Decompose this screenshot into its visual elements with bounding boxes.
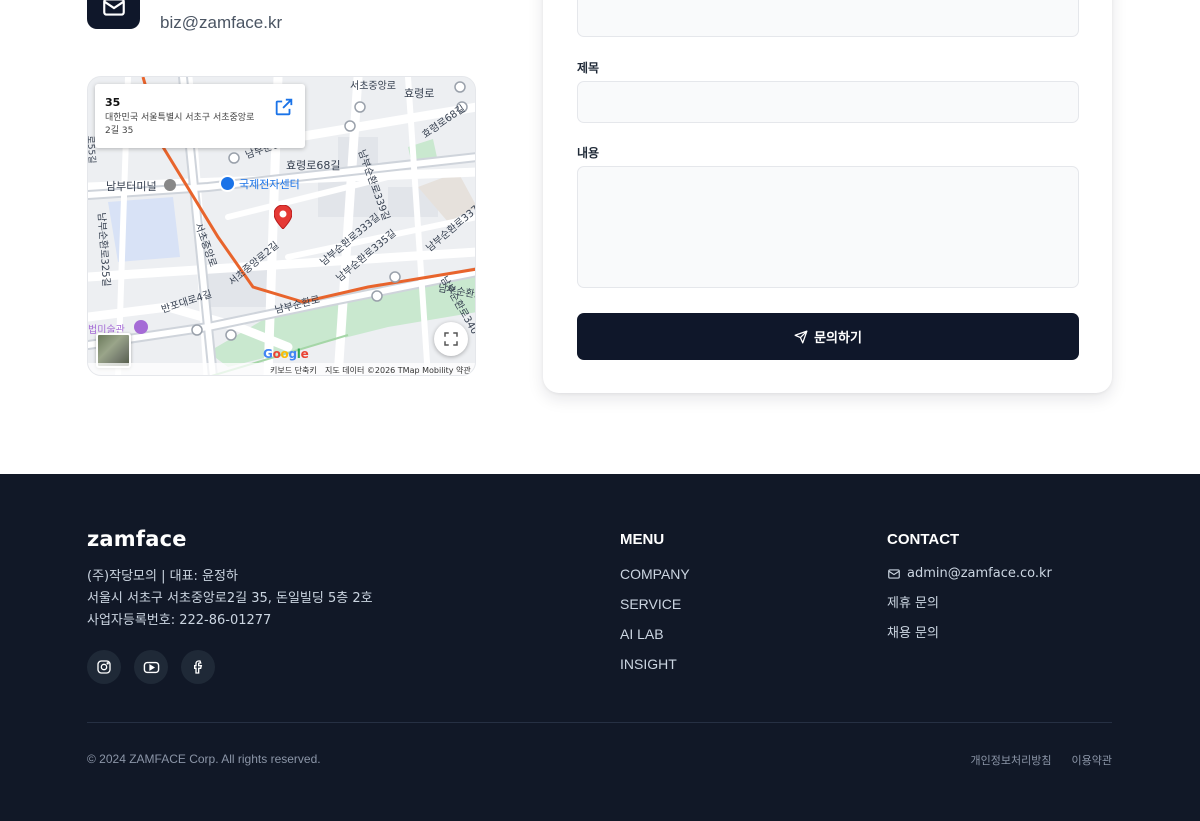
subject-input[interactable] (577, 81, 1079, 123)
terms-of-use-link[interactable]: 이용약관 (1072, 752, 1112, 768)
map-street-label: 남부터미널 (106, 180, 157, 193)
contact-section: biz@zamface.kr 서초중앙로 효령로 효령로68길 남부터미널 효령… (0, 0, 1200, 474)
submit-inquiry-button[interactable]: 문의하기 (577, 313, 1079, 360)
facebook-icon (194, 660, 203, 674)
youtube-icon (143, 661, 159, 673)
map-poi[interactable]: 국제전자센터 (219, 175, 300, 192)
company-address-line: 서울시 서초구 서초중앙로2길 35, 돈일빌딩 5층 2호 (87, 591, 373, 606)
location-pin-icon[interactable] (274, 205, 292, 229)
map-terms-link[interactable]: 약관 (456, 365, 471, 375)
map-place-card: 35 대한민국 서울특별시 서초구 서초중앙로2길 35 (95, 84, 305, 148)
map-place-address: 대한민국 서울특별시 서초구 서초중앙로2길 35 (105, 113, 255, 136)
youtube-link[interactable] (134, 650, 168, 684)
contact-email: biz@zamface.kr (160, 13, 283, 32)
send-icon (794, 330, 808, 343)
footer-menu: COMPANY SERVICE AI LAB INSIGHT (620, 565, 690, 685)
instagram-icon (97, 660, 111, 674)
mail-icon (102, 0, 125, 16)
keyboard-shortcuts-link[interactable]: 키보드 단축키 (270, 365, 317, 375)
map-embed[interactable]: 서초중앙로 효령로 효령로68길 남부터미널 효령로68길 남부순환로339길 … (87, 76, 476, 376)
copyright: © 2024 ZAMFACE Corp. All rights reserved… (87, 752, 321, 766)
footer-contact: admin@zamface.co.kr 제휴 문의 채용 문의 (887, 565, 1052, 655)
social-links (87, 650, 215, 684)
fullscreen-button[interactable] (434, 322, 468, 356)
shopping-bag-icon (219, 175, 236, 192)
map-place-number: 35 (105, 96, 121, 109)
email-field[interactable] (577, 0, 1079, 37)
mail-icon (888, 569, 900, 579)
map-poi-label: 국제전자센터 (239, 177, 300, 191)
company-info: (주)작당모의 | 대표: 윤정하 서울시 서초구 서초중앙로2길 35, 돈일… (87, 566, 373, 632)
fullscreen-icon (444, 332, 458, 346)
map-street-label: 효령로 (404, 87, 435, 100)
map-attribution: 키보드 단축키 지도 데이터 ©2026 TMap Mobility 약관 (88, 363, 475, 375)
business-number-line: 사업자등록번호: 222-86-01277 (87, 613, 272, 628)
instagram-link[interactable] (87, 650, 121, 684)
company-name-line: (주)작당모의 | 대표: 윤정하 (87, 569, 238, 584)
map-street-label: 효령로68길 (286, 159, 341, 172)
privacy-policy-link[interactable]: 개인정보처리방침 (971, 752, 1052, 768)
menu-title: MENU (620, 531, 665, 548)
inquiry-form-card: 제목 내용 문의하기 (543, 0, 1112, 393)
mail-tile (87, 0, 140, 29)
open-in-maps-icon[interactable] (273, 96, 295, 118)
content-textarea[interactable] (577, 166, 1079, 288)
facebook-link[interactable] (181, 650, 215, 684)
content-label: 내용 (577, 146, 600, 160)
menu-item-ai-lab[interactable]: AI LAB (620, 625, 690, 655)
contact-email-link[interactable]: admin@zamface.co.kr (887, 565, 1052, 595)
menu-item-service[interactable]: SERVICE (620, 595, 690, 625)
legal-links: 개인정보처리방침 이용약관 (971, 752, 1112, 768)
recruitment-inquiry-link[interactable]: 채용 문의 (887, 625, 1052, 655)
partnership-inquiry-link[interactable]: 제휴 문의 (887, 595, 1052, 625)
map-street-label: 서초중앙로 (350, 81, 396, 92)
subject-label: 제목 (577, 61, 600, 75)
menu-item-company[interactable]: COMPANY (620, 565, 690, 595)
google-logo: Google (263, 347, 309, 361)
contact-email-text: admin@zamface.co.kr (907, 566, 1052, 581)
contact-title: CONTACT (887, 531, 960, 548)
site-footer: zamface (주)작당모의 | 대표: 윤정하 서울시 서초구 서초중앙로2… (0, 474, 1200, 821)
submit-label: 문의하기 (814, 331, 862, 346)
footer-divider (87, 722, 1112, 723)
footer-logo[interactable]: zamface (87, 527, 187, 551)
map-data-credit: 지도 데이터 ©2026 TMap Mobility (325, 366, 454, 375)
menu-item-insight[interactable]: INSIGHT (620, 655, 690, 685)
